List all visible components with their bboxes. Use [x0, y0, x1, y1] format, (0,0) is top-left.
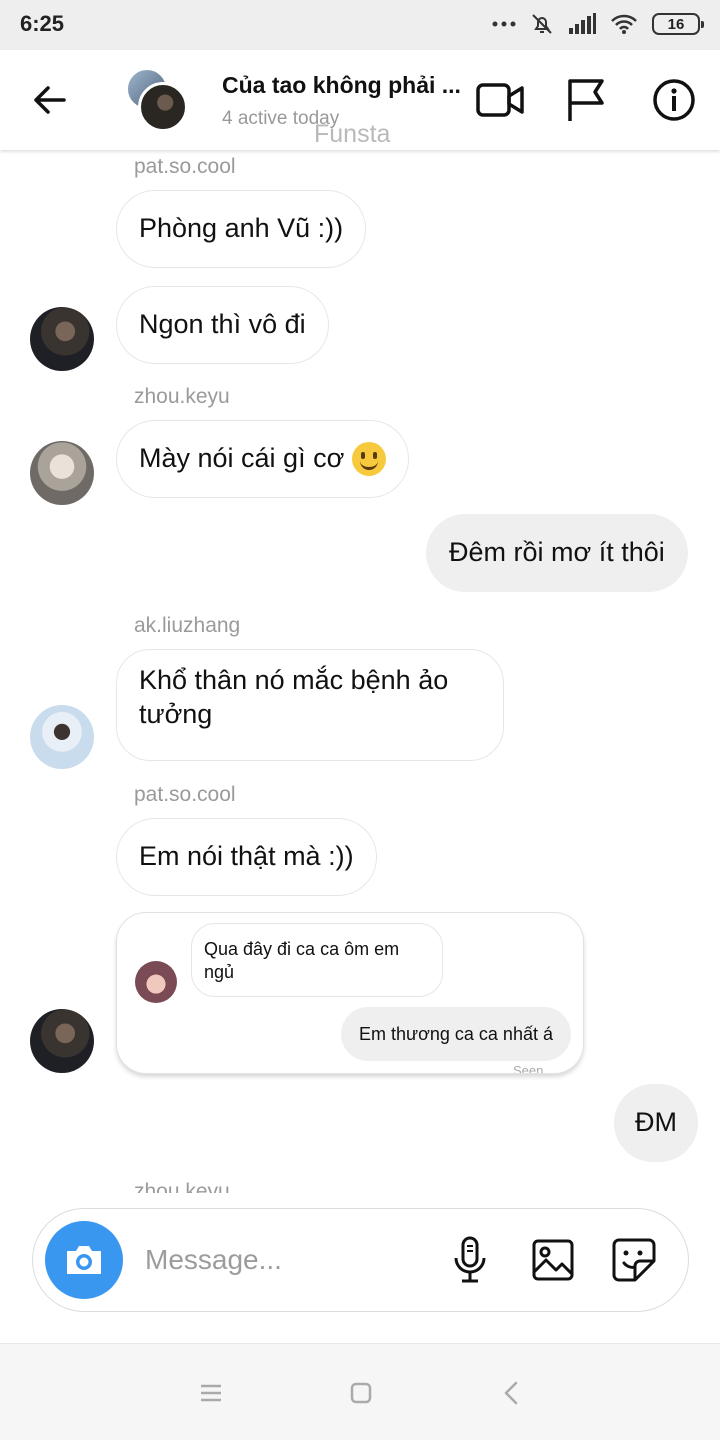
- info-icon: [653, 79, 695, 121]
- message-text: Phòng anh Vũ :)): [139, 213, 344, 244]
- sender-name: zhou.keyu: [134, 1180, 230, 1193]
- message-input[interactable]: [145, 1235, 435, 1285]
- shared-seen-label: Seen: [513, 1063, 544, 1074]
- image-icon: [532, 1239, 574, 1281]
- message-text: ĐM: [635, 1107, 677, 1138]
- watermark: Funsta: [314, 120, 391, 148]
- my-message-bubble[interactable]: Đêm rồi mơ ít thôi: [426, 514, 688, 592]
- member-avatar: [138, 82, 188, 132]
- wifi-icon: [611, 14, 637, 34]
- message-bubble[interactable]: Khổ thân nó mắc bệnh ảo tưởng: [116, 649, 504, 761]
- recent-apps-button[interactable]: [196, 1378, 226, 1408]
- sticker-icon: [612, 1238, 656, 1282]
- shared-received-bubble: Qua đây đi ca ca ôm em ngủ: [191, 923, 443, 997]
- chat-title[interactable]: Của tao không phải ...: [222, 72, 474, 99]
- voice-message-button[interactable]: [445, 1235, 495, 1285]
- my-message-bubble[interactable]: ĐM: [614, 1084, 698, 1162]
- message-text: Ngon thì vô đi: [139, 309, 306, 340]
- avatar[interactable]: [30, 705, 94, 769]
- muted-bell-icon: [532, 14, 552, 34]
- system-back-button[interactable]: [496, 1378, 526, 1408]
- sender-name: zhou.keyu: [134, 385, 230, 408]
- more-dots-icon: [492, 21, 516, 27]
- avatar[interactable]: [30, 307, 94, 371]
- sticker-button[interactable]: [609, 1235, 659, 1285]
- menu-icon: [201, 1384, 221, 1402]
- info-button[interactable]: [648, 74, 700, 126]
- camera-icon: [67, 1246, 101, 1274]
- sender-name: ak.liuzhang: [134, 614, 241, 637]
- back-arrow-icon: [34, 86, 66, 114]
- status-bar: 6:25 16: [0, 0, 720, 50]
- message-text: Em nói thật mà :)): [139, 841, 354, 872]
- message-bubble[interactable]: Phòng anh Vũ :)): [116, 190, 367, 268]
- video-call-icon: [476, 83, 524, 117]
- home-square-icon: [350, 1382, 372, 1404]
- group-avatar[interactable]: [126, 68, 190, 132]
- message-composer: [32, 1208, 689, 1312]
- flag-icon: [568, 79, 604, 121]
- microphone-icon: [454, 1236, 486, 1283]
- avatar[interactable]: [30, 1009, 94, 1073]
- message-bubble[interactable]: Mày nói cái gì cơ: [116, 420, 410, 498]
- shared-screenshot-card[interactable]: Qua đây đi ca ca ôm em ngủ Em thương ca …: [116, 912, 584, 1074]
- status-icons: 16: [492, 12, 704, 36]
- message-thread[interactable]: pat.so.cool Phòng anh Vũ :)) Ngon thì vô…: [0, 150, 720, 1193]
- message-text: Đêm rồi mơ ít thôi: [449, 537, 665, 568]
- message-bubble[interactable]: Ngon thì vô đi: [116, 286, 329, 364]
- shared-sent-bubble: Em thương ca ca nhất á: [341, 1007, 571, 1061]
- back-button[interactable]: [28, 78, 72, 122]
- gallery-button[interactable]: [528, 1235, 578, 1285]
- battery-indicator: 16: [652, 13, 704, 35]
- shared-avatar: [135, 961, 177, 1003]
- home-button[interactable]: [346, 1378, 376, 1408]
- sender-name: pat.so.cool: [134, 783, 236, 806]
- message-text: Mày nói cái gì cơ: [139, 443, 345, 474]
- chevron-left-icon: [504, 1381, 518, 1405]
- avatar[interactable]: [30, 441, 94, 505]
- status-time: 6:25: [20, 11, 65, 36]
- navigation-bar: [0, 1343, 720, 1440]
- slightly-smiling-face-icon: [352, 442, 387, 476]
- message-text: Khổ thân nó mắc bệnh ảo tưởng: [139, 665, 449, 729]
- camera-button[interactable]: [45, 1221, 123, 1299]
- message-bubble[interactable]: Em nói thật mà :)): [116, 818, 377, 896]
- report-button[interactable]: [560, 74, 612, 126]
- signal-icon: [569, 13, 596, 34]
- sender-name: pat.so.cool: [134, 155, 236, 178]
- video-call-button[interactable]: [474, 74, 526, 126]
- chat-header: Của tao không phải ... 4 active today Fu…: [0, 50, 720, 150]
